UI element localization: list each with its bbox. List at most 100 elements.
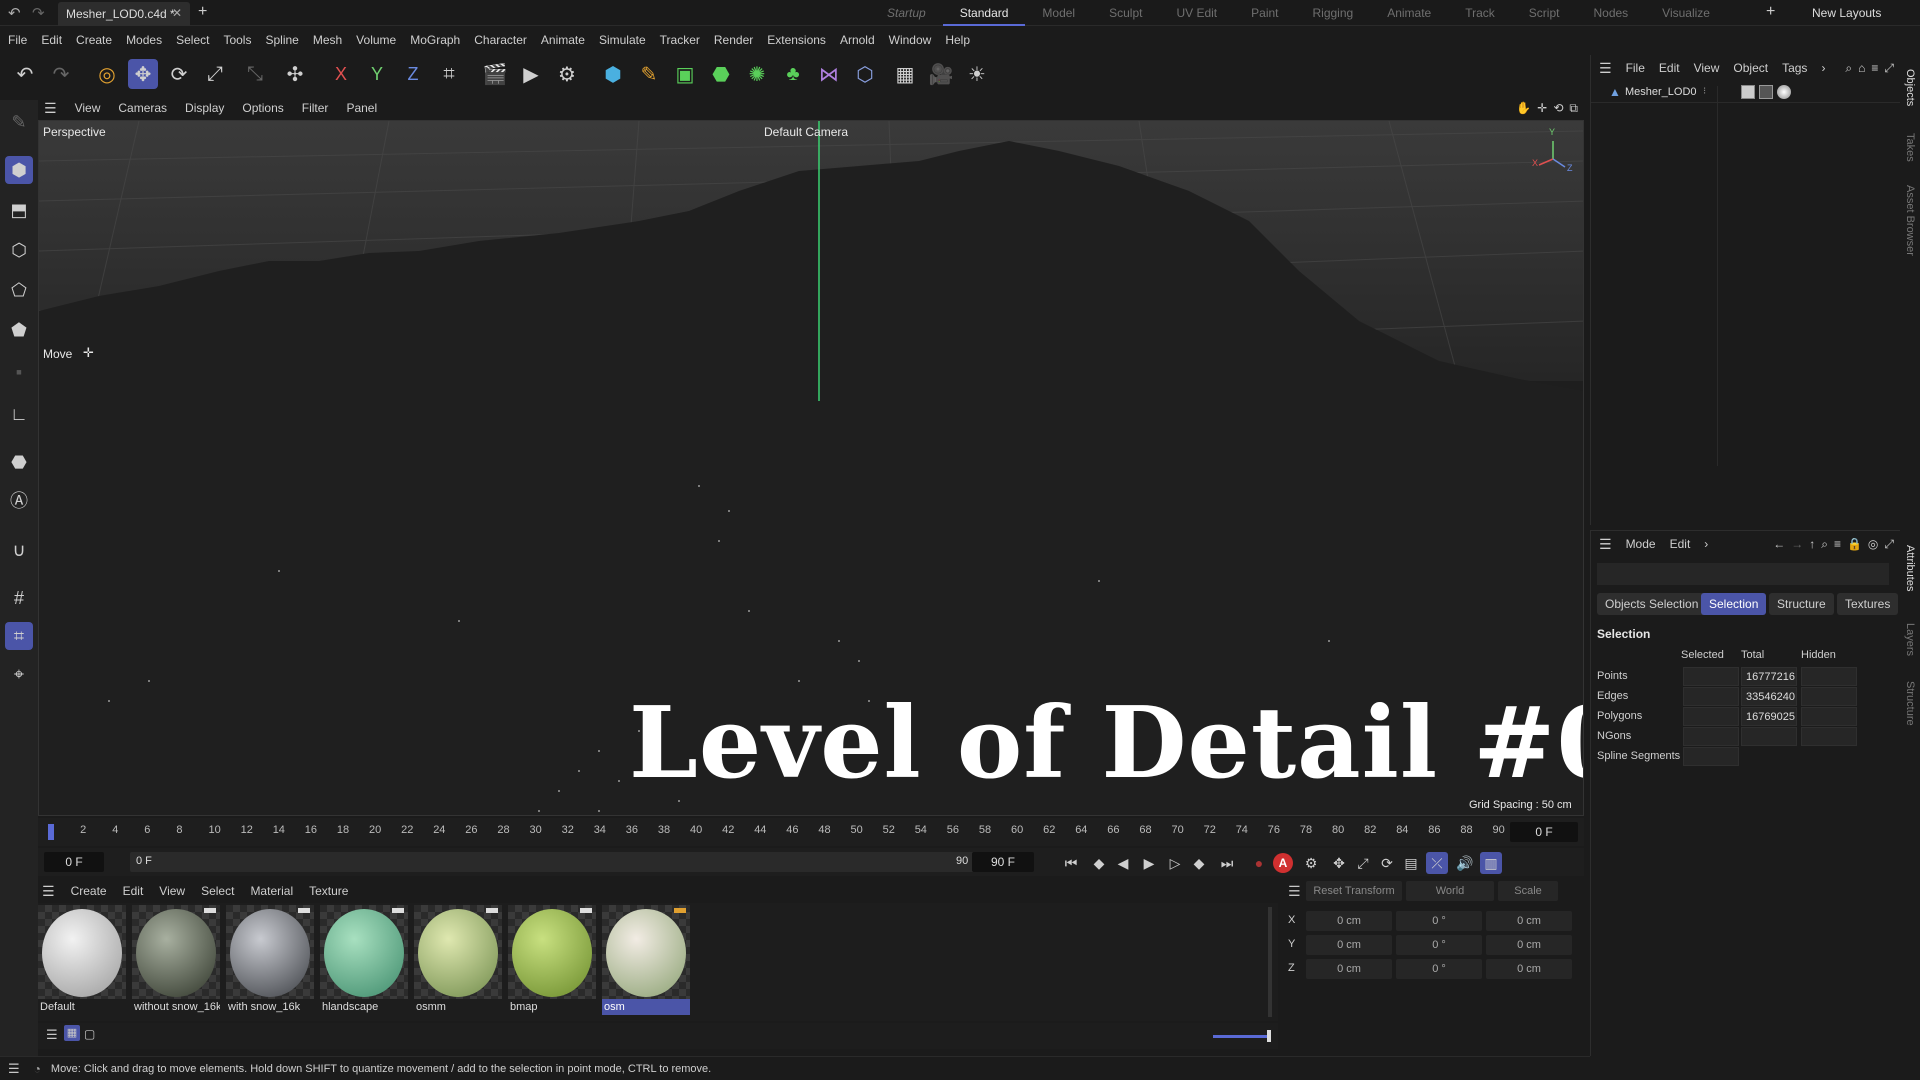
phong-tag-icon[interactable] (1741, 85, 1755, 99)
menu-animate[interactable]: Animate (541, 33, 585, 47)
render-picture-viewer-icon[interactable]: ▶ (516, 59, 546, 89)
list-view-icon[interactable]: ☰ (46, 1027, 58, 1043)
axis-mode-icon[interactable]: ∟ (5, 400, 33, 428)
thumbnail-size-slider[interactable] (1213, 1035, 1271, 1038)
layout-tab-rigging[interactable]: Rigging (1296, 0, 1371, 26)
key-pla-icon[interactable]: ⤫ (1426, 852, 1448, 874)
visibility-toggle-icon[interactable]: ⁝ (1703, 86, 1706, 97)
menu-tracker[interactable]: Tracker (660, 33, 700, 47)
object-menu-object[interactable]: Object (1733, 61, 1768, 75)
material-tag-icon[interactable] (1777, 85, 1791, 99)
subdivision-icon[interactable]: ▣ (670, 59, 700, 89)
object-menu-file[interactable]: File (1626, 61, 1645, 75)
material-menu-select[interactable]: Select (201, 884, 234, 898)
expand-panel-icon[interactable]: ⤢ (1884, 537, 1894, 552)
filter-icon[interactable]: ≡ (1834, 537, 1841, 551)
start-frame-field[interactable]: 0 F (44, 852, 104, 872)
coordinate-position-field[interactable]: 0 cm (1306, 935, 1392, 955)
menu-mesh[interactable]: Mesh (313, 33, 342, 47)
render-settings-icon[interactable]: ⚙ (552, 59, 582, 89)
zoom-view-icon[interactable]: ✛ (1537, 101, 1547, 115)
search-icon[interactable]: ⌕ (1845, 61, 1852, 76)
sound-icon[interactable]: 🔊 (1454, 852, 1476, 874)
light-icon[interactable]: ☀ (962, 59, 992, 89)
axis-x-lock-icon[interactable]: X (326, 59, 356, 89)
key-parameter-icon[interactable]: ▤ (1400, 852, 1422, 874)
side-tab-asset-browser[interactable]: Asset Browser (1904, 185, 1916, 256)
layout-tab-nodes[interactable]: Nodes (1576, 0, 1645, 26)
redo-history-icon[interactable]: ↷ (32, 4, 45, 22)
mograph-icon[interactable]: ♣ (778, 59, 808, 89)
material-thumbnail[interactable]: osmm (414, 905, 502, 1017)
viewport-menu-icon[interactable]: ☰ (44, 100, 57, 117)
menu-render[interactable]: Render (714, 33, 753, 47)
coordinate-mode-select[interactable]: Scale (1498, 881, 1558, 901)
layout-tab-uv-edit[interactable]: UV Edit (1159, 0, 1234, 26)
uvw-tag-icon[interactable] (1759, 85, 1773, 99)
cube-icon[interactable]: ⬢ (598, 59, 628, 89)
side-tab-attributes[interactable]: Attributes (1904, 545, 1916, 591)
previous-frame-icon[interactable]: ◀ (1112, 852, 1134, 874)
go-to-end-icon[interactable]: ⏭ (1216, 852, 1238, 874)
reset-transform-button[interactable]: Reset Transform (1306, 881, 1402, 901)
snap-magnet-icon[interactable]: ∪ (5, 536, 33, 564)
object-row[interactable]: ▲ Mesher_LOD0 ⁝ (1591, 83, 1901, 466)
pan-view-icon[interactable]: ✋ (1516, 101, 1531, 115)
axis-y-lock-icon[interactable]: Y (362, 59, 392, 89)
attribute-search-field[interactable] (1597, 563, 1889, 585)
rotate-icon[interactable]: ⟳ (164, 59, 194, 89)
viewport-camera-label[interactable]: Default Camera (764, 125, 848, 139)
object-menu-icon[interactable]: ☰ (1599, 60, 1612, 77)
material-scrollbar[interactable] (1268, 907, 1272, 1017)
menu-edit[interactable]: Edit (41, 33, 62, 47)
tweak-mode-icon[interactable]: ⬣ (5, 448, 33, 476)
side-tab-takes[interactable]: Takes (1904, 133, 1916, 162)
material-menu-material[interactable]: Material (250, 884, 293, 898)
viewport-menu-cameras[interactable]: Cameras (118, 101, 167, 115)
render-view-icon[interactable]: 🎬 (480, 59, 510, 89)
redo-icon[interactable]: ↷ (46, 59, 76, 89)
key-position-icon[interactable]: ✥ (1328, 852, 1350, 874)
scale-icon[interactable]: ⤢ (200, 59, 230, 89)
go-to-start-icon[interactable]: ⏮ (1060, 852, 1082, 874)
keyframe-settings-icon[interactable]: ⚙ (1300, 852, 1322, 874)
workplane-icon[interactable]: # (5, 584, 33, 612)
coordinate-position-field[interactable]: 0 cm (1306, 911, 1392, 931)
forward-icon[interactable]: → (1791, 537, 1803, 551)
coordinate-scale-field[interactable]: 0 cm (1486, 935, 1572, 955)
timeline-settings-icon[interactable]: ▥ (1480, 852, 1502, 874)
coordinate-space-select[interactable]: World (1406, 881, 1494, 901)
viewport-menu-view[interactable]: View (75, 101, 101, 115)
back-icon[interactable]: ← (1773, 537, 1785, 551)
expand-panel-icon[interactable]: ⤢ (1884, 61, 1894, 76)
material-menu-texture[interactable]: Texture (309, 884, 348, 898)
filter-icon[interactable]: ≡ (1871, 61, 1878, 75)
grid-view-icon[interactable]: ▦ (64, 1025, 80, 1041)
key-rotation-icon[interactable]: ⟳ (1376, 852, 1398, 874)
viewport-menu-display[interactable]: Display (185, 101, 224, 115)
coordinate-position-field[interactable]: 0 cm (1306, 959, 1392, 979)
autokey-button[interactable]: A (1273, 853, 1293, 873)
quantize-icon[interactable]: ⌖ (5, 660, 33, 688)
maximize-view-icon[interactable]: ⧉ (1569, 101, 1578, 116)
add-layout-button[interactable]: + (1766, 3, 1775, 21)
menu-arnold[interactable]: Arnold (840, 33, 875, 47)
material-thumbnail[interactable]: bmap (508, 905, 596, 1017)
record-icon[interactable]: ● (1248, 852, 1270, 874)
attribute-menu-mode[interactable]: Mode (1626, 537, 1656, 551)
select-icon[interactable]: ◎ (92, 59, 122, 89)
menu-create[interactable]: Create (76, 33, 112, 47)
end-frame-field[interactable]: 90 F (972, 852, 1034, 872)
layout-tab-standard[interactable]: Standard (942, 0, 1026, 26)
3d-viewport[interactable]: Perspective Default Camera X Y Z Move ✛ … (38, 120, 1584, 816)
edit-mode-icon[interactable]: ✎ (5, 108, 33, 136)
menu-character[interactable]: Character (474, 33, 527, 47)
deformer-icon[interactable]: ⋈ (814, 59, 844, 89)
side-tab-layers[interactable]: Layers (1904, 623, 1916, 656)
key-scale-icon[interactable]: ⤢ (1352, 852, 1374, 874)
object-name[interactable]: Mesher_LOD0 (1625, 86, 1697, 98)
home-icon[interactable]: ⌂ (1858, 61, 1865, 75)
current-frame-marker[interactable] (48, 824, 54, 840)
coordinate-scale-field[interactable]: 0 cm (1486, 959, 1572, 979)
material-menu-icon[interactable]: ☰ (42, 883, 55, 900)
